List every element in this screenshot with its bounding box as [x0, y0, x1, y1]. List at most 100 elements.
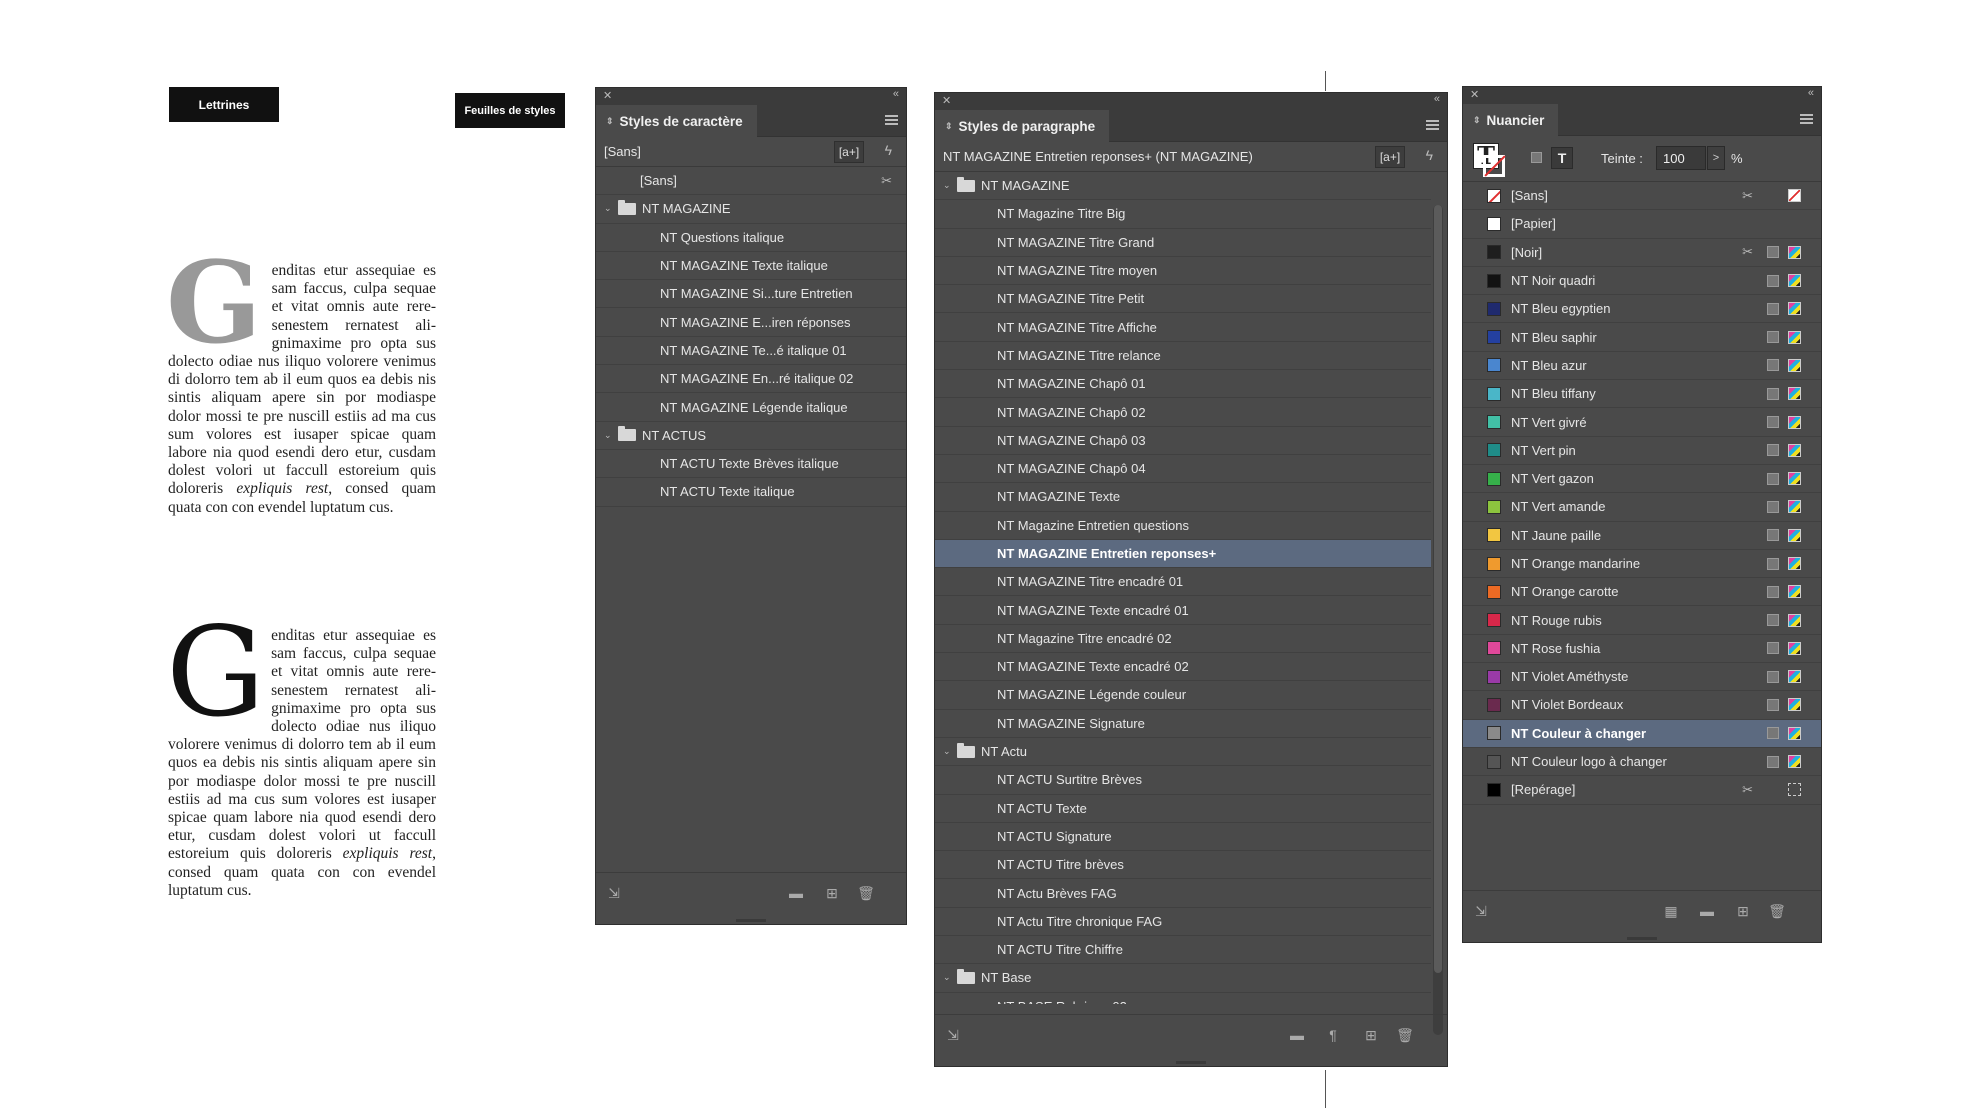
- lightning-icon[interactable]: ϟ: [1426, 147, 1433, 163]
- swatch-row[interactable]: NT Vert amande: [1463, 493, 1821, 522]
- swatch-row[interactable]: NT Vert givré: [1463, 408, 1821, 437]
- chevron-down-icon[interactable]: ⌄: [604, 203, 614, 214]
- style-row[interactable]: NT MAGAZINE Titre Affiche: [935, 313, 1431, 342]
- swatch-row[interactable]: [Papier]: [1463, 210, 1821, 239]
- panel-menu-icon[interactable]: [1800, 114, 1813, 124]
- style-row[interactable]: NT ACTU Titre Chiffre: [935, 936, 1431, 965]
- swatch-row[interactable]: NT Bleu tiffany: [1463, 380, 1821, 409]
- style-row[interactable]: NT MAGAZINE Entretien reponses+: [935, 539, 1431, 569]
- panel-menu-icon[interactable]: [1426, 120, 1439, 130]
- style-group-row[interactable]: ⌄ NT MAGAZINE: [596, 195, 906, 224]
- style-row[interactable]: NT MAGAZINE Chapô 01: [935, 370, 1431, 399]
- style-group-row[interactable]: ⌄ NT ACTUS: [596, 422, 906, 450]
- load-styles-icon[interactable]: ⇲: [606, 885, 622, 901]
- swatch-row[interactable]: NT Violet Améthyste: [1463, 663, 1821, 692]
- style-row[interactable]: NT MAGAZINE Si...ture Entretien: [596, 280, 906, 309]
- new-style-icon[interactable]: ⊞: [1363, 1027, 1379, 1043]
- collapse-icon[interactable]: «: [893, 88, 899, 100]
- close-icon[interactable]: ✕: [1470, 88, 1479, 101]
- fill-stroke-icon[interactable]: T: [1473, 143, 1507, 177]
- tab-swatches[interactable]: ⇕ Nuancier: [1463, 104, 1559, 136]
- new-color-group-icon[interactable]: ▬: [1699, 903, 1715, 919]
- close-icon[interactable]: ✕: [603, 89, 612, 102]
- style-row[interactable]: NT MAGAZINE Signature: [935, 710, 1431, 738]
- load-swatches-icon[interactable]: ⇲: [1473, 903, 1489, 919]
- style-row[interactable]: NT MAGAZINE Titre Petit: [935, 285, 1431, 314]
- create-override-button[interactable]: [a+]: [1375, 146, 1405, 168]
- collapse-icon[interactable]: «: [1808, 87, 1814, 99]
- swatch-row[interactable]: NT Bleu saphir: [1463, 323, 1821, 352]
- swatch-row[interactable]: NT Bleu egyptien: [1463, 295, 1821, 324]
- swatch-row[interactable]: NT Couleur logo à changer: [1463, 748, 1821, 777]
- chevron-down-icon[interactable]: ⌄: [943, 972, 953, 983]
- style-row[interactable]: NT MAGAZINE Titre Grand: [935, 229, 1431, 257]
- new-style-icon[interactable]: ⊞: [824, 885, 840, 901]
- panel-menu-icon[interactable]: [885, 115, 898, 125]
- style-row[interactable]: NT MAGAZINE Texte italique: [596, 252, 906, 281]
- swatch-row[interactable]: NT Violet Bordeaux: [1463, 691, 1821, 720]
- style-row[interactable]: NT MAGAZINE Chapô 04: [935, 455, 1431, 484]
- resize-grip[interactable]: [1176, 1061, 1206, 1064]
- style-group-row[interactable]: ⌄ NT MAGAZINE: [935, 172, 1431, 201]
- new-swatch-icon[interactable]: ⊞: [1735, 903, 1751, 919]
- tab-paragraph-styles[interactable]: ⇕ Styles de paragraphe: [935, 110, 1110, 142]
- swatch-row[interactable]: NT Vert gazon: [1463, 465, 1821, 494]
- swatch-row[interactable]: NT Vert pin: [1463, 437, 1821, 465]
- style-row[interactable]: NT MAGAZINE En...ré italique 02: [596, 365, 906, 394]
- style-row[interactable]: NT Magazine Titre Big: [935, 200, 1431, 229]
- style-row[interactable]: NT ACTU Texte italique: [596, 478, 906, 507]
- swatch-row[interactable]: [Sans] ✂: [1463, 182, 1821, 211]
- style-group-row[interactable]: ⌄ NT Base: [935, 964, 1431, 993]
- style-row[interactable]: NT Magazine Entretien questions: [935, 512, 1431, 540]
- tint-input[interactable]: [1656, 146, 1706, 170]
- close-icon[interactable]: ✕: [942, 94, 951, 107]
- swatch-row[interactable]: NT Bleu azur: [1463, 352, 1821, 381]
- new-group-folder-icon[interactable]: ▬: [788, 885, 804, 901]
- swatch-views-icon[interactable]: ▦: [1663, 903, 1679, 919]
- style-row[interactable]: NT MAGAZINE Légende couleur: [935, 681, 1431, 710]
- chevron-down-icon[interactable]: ⌄: [604, 430, 614, 441]
- style-row[interactable]: NT MAGAZINE Chapô 03: [935, 427, 1431, 455]
- style-row[interactable]: NT Actu Brèves FAG: [935, 879, 1431, 908]
- style-row[interactable]: NT ACTU Texte Brèves italique: [596, 450, 906, 479]
- swatch-row[interactable]: NT Noir quadri: [1463, 267, 1821, 296]
- swatch-row[interactable]: NT Jaune paille: [1463, 522, 1821, 550]
- create-override-button[interactable]: [a+]: [834, 141, 864, 163]
- style-row[interactable]: NT MAGAZINE Chapô 02: [935, 398, 1431, 427]
- scrollbar-thumb[interactable]: [1434, 205, 1442, 973]
- tint-stepper-button[interactable]: >: [1707, 146, 1725, 170]
- style-row[interactable]: NT ACTU Titre brèves: [935, 851, 1431, 880]
- style-row[interactable]: NT Actu Titre chronique FAG: [935, 908, 1431, 937]
- style-row[interactable]: NT MAGAZINE Titre encadré 01: [935, 568, 1431, 597]
- container-toggle-icon[interactable]: [1531, 152, 1542, 163]
- chevron-down-icon[interactable]: ⌄: [943, 180, 953, 191]
- style-row[interactable]: NT MAGAZINE Te...é italique 01: [596, 337, 906, 366]
- trash-icon[interactable]: 🗑: [857, 885, 875, 901]
- new-group-folder-icon[interactable]: ▬: [1289, 1027, 1305, 1043]
- style-row[interactable]: NT MAGAZINE Titre moyen: [935, 257, 1431, 286]
- swatch-row[interactable]: NT Orange carotte: [1463, 578, 1821, 607]
- style-row[interactable]: NT Magazine Titre encadré 02: [935, 625, 1431, 654]
- resize-grip[interactable]: [736, 919, 766, 922]
- collapse-icon[interactable]: «: [1434, 93, 1440, 105]
- swatch-row[interactable]: NT Couleur à changer: [1463, 719, 1821, 748]
- style-row[interactable]: NT Questions italique: [596, 224, 906, 252]
- style-row[interactable]: NT ACTU Texte: [935, 795, 1431, 823]
- style-row[interactable]: NT MAGAZINE Texte encadré 01: [935, 596, 1431, 625]
- tab-character-styles[interactable]: ⇕ Styles de caractère: [596, 105, 757, 137]
- lightning-icon[interactable]: ϟ: [885, 142, 892, 158]
- swatch-row[interactable]: NT Rose fushia: [1463, 635, 1821, 664]
- trash-icon[interactable]: 🗑: [1768, 903, 1786, 919]
- swatch-row[interactable]: [Noir] ✂: [1463, 239, 1821, 267]
- scrollbar[interactable]: [1433, 205, 1443, 1035]
- style-row[interactable]: NT ACTU Surtitre Brèves: [935, 766, 1431, 795]
- style-row[interactable]: [Sans] ✂: [596, 167, 906, 196]
- style-row[interactable]: NT MAGAZINE Titre relance: [935, 342, 1431, 371]
- style-row[interactable]: NT BASE Rubrique 02: [935, 993, 1431, 1004]
- style-group-row[interactable]: ⌄ NT Actu: [935, 738, 1431, 767]
- clear-overrides-icon[interactable]: ¶: [1325, 1027, 1341, 1043]
- style-row[interactable]: NT ACTU Signature: [935, 823, 1431, 852]
- style-row[interactable]: NT MAGAZINE Texte encadré 02: [935, 653, 1431, 682]
- swatch-row[interactable]: NT Rouge rubis: [1463, 606, 1821, 635]
- resize-grip[interactable]: [1627, 937, 1657, 940]
